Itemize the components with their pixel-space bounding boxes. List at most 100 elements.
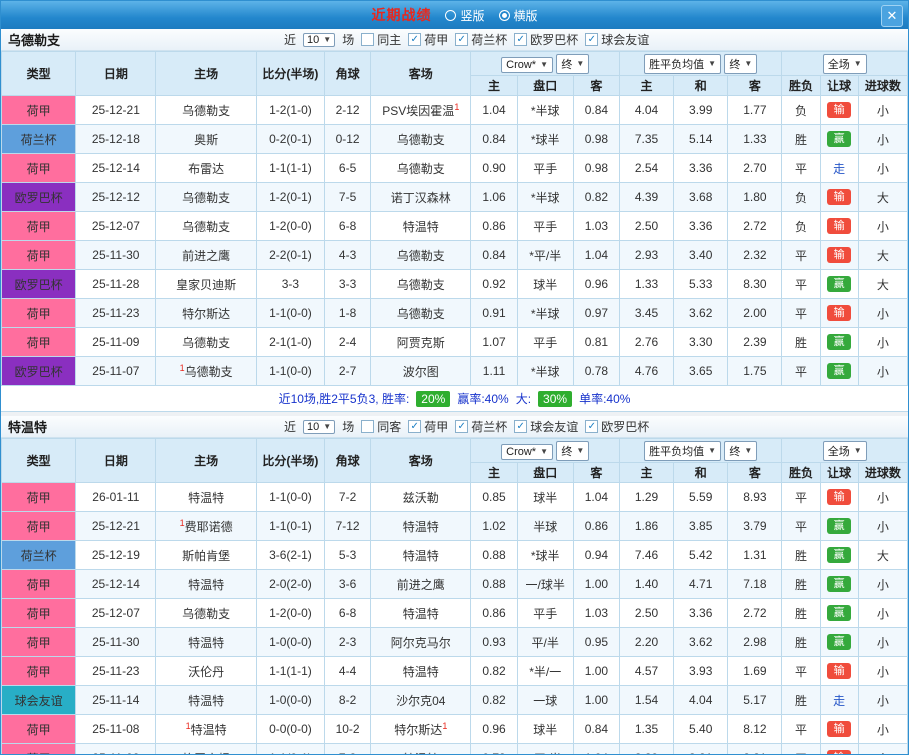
home-team[interactable]: 乌德勒支: [156, 96, 256, 125]
away-team[interactable]: PSV埃因霍温1: [371, 96, 471, 125]
bookmaker-select[interactable]: Crow*▼: [501, 57, 553, 73]
match-row: 荷兰杯25-12-18奥斯0-2(0-1)0-12乌德勒支0.84*球半0.98…: [2, 125, 908, 154]
away-team[interactable]: 特温特: [371, 657, 471, 686]
away-team[interactable]: 特温特: [371, 541, 471, 570]
ah-final-select[interactable]: 终▼: [556, 54, 589, 74]
ah-away-odds: 1.00: [573, 657, 619, 686]
away-team[interactable]: 特温特: [371, 212, 471, 241]
away-team[interactable]: 兹沃勒: [371, 483, 471, 512]
close-button[interactable]: ✕: [881, 5, 903, 27]
away-team[interactable]: 乌德勒支: [371, 270, 471, 299]
score: 2-0(2-0): [256, 570, 324, 599]
home-team[interactable]: 特温特: [156, 570, 256, 599]
europe-avg-select[interactable]: 胜平负均值▼: [644, 54, 721, 74]
eu-draw-odds: 3.85: [674, 512, 728, 541]
home-team[interactable]: 特尔斯达: [156, 299, 256, 328]
eu-away-odds: 1.80: [728, 183, 782, 212]
match-date: 25-12-14: [76, 154, 156, 183]
league-filter[interactable]: ✓荷甲: [408, 31, 448, 48]
league-filter[interactable]: ✓荷甲: [408, 418, 448, 435]
home-team[interactable]: 特温特: [156, 628, 256, 657]
filter-label: 球会友谊: [601, 31, 649, 48]
home-team[interactable]: 乌德勒支: [156, 212, 256, 241]
vertical-layout-radio[interactable]: 竖版: [445, 7, 484, 24]
horizontal-layout-radio[interactable]: 横版: [499, 7, 538, 24]
team-bar: 特温特 近10▼场同客✓荷甲✓荷兰杯✓球会友谊✓欧罗巴杯: [1, 416, 908, 438]
home-team[interactable]: 格罗宁根: [156, 744, 256, 755]
league-type-badge: 荷甲: [2, 657, 76, 686]
home-team[interactable]: 皇家贝迪斯: [156, 270, 256, 299]
europe-final-value: 终: [729, 56, 740, 72]
eu-draw-odds: 4.04: [674, 686, 728, 715]
chevron-down-icon: ▼: [323, 36, 331, 44]
away-team[interactable]: 前进之鹰: [371, 570, 471, 599]
summary-bar: 近10场,胜2平5负3, 胜率: 20% 赢率:40% 大: 30% 单率:40…: [1, 386, 908, 412]
home-team[interactable]: 特温特: [156, 483, 256, 512]
result-wdl: 平: [782, 715, 820, 744]
matches-table: 类型 日期 主场 比分(半场) 角球 客场 Crow*▼ 终▼ 胜平负均值▼ 终…: [1, 438, 908, 755]
away-team[interactable]: 沙尔克04: [371, 686, 471, 715]
home-team[interactable]: 斯帕肯堡: [156, 541, 256, 570]
match-row: 荷甲25-11-09乌德勒支2-1(1-0)2-4阿贾克斯1.07平手0.812…: [2, 328, 908, 357]
recent-count-select[interactable]: 10▼: [303, 33, 335, 47]
away-team[interactable]: 特尔斯达1: [371, 715, 471, 744]
away-team[interactable]: 波尔图: [371, 357, 471, 386]
league-filter[interactable]: ✓荷兰杯: [455, 418, 507, 435]
league-filter[interactable]: ✓球会友谊: [514, 418, 578, 435]
league-filter[interactable]: ✓欧罗巴杯: [585, 418, 649, 435]
home-team[interactable]: 1特温特: [156, 715, 256, 744]
handicap-pill: 输: [827, 305, 851, 321]
away-team[interactable]: 乌德勒支: [371, 299, 471, 328]
ah-line: 球半: [517, 270, 573, 299]
league-type-badge: 荷甲: [2, 328, 76, 357]
match-date: 25-12-12: [76, 183, 156, 212]
home-team[interactable]: 乌德勒支: [156, 599, 256, 628]
eu-draw-odds: 3.30: [674, 328, 728, 357]
league-filter[interactable]: ✓荷兰杯: [455, 31, 507, 48]
fulltime-select[interactable]: 全场▼: [823, 441, 867, 461]
handicap-pill: 赢: [827, 131, 851, 147]
corners: 6-8: [325, 212, 371, 241]
ah-home-odds: 0.78: [471, 744, 517, 755]
away-team[interactable]: 乌德勒支: [371, 241, 471, 270]
ah-line: *半球: [517, 183, 573, 212]
home-team[interactable]: 沃伦丹: [156, 657, 256, 686]
away-team[interactable]: 乌德勒支: [371, 125, 471, 154]
home-team[interactable]: 1乌德勒支: [156, 357, 256, 386]
away-team[interactable]: 诺丁汉森林: [371, 183, 471, 212]
eu-away-odds: 1.31: [728, 541, 782, 570]
eu-draw-odds: 3.36: [674, 154, 728, 183]
europe-final-select[interactable]: 终▼: [724, 441, 757, 461]
bookmaker-value: Crow*: [506, 59, 536, 71]
away-team[interactable]: 阿尔克马尔: [371, 628, 471, 657]
home-team[interactable]: 乌德勒支: [156, 183, 256, 212]
match-row: 荷甲25-11-30前进之鹰2-2(0-1)4-3乌德勒支0.84*平/半1.0…: [2, 241, 908, 270]
home-team[interactable]: 特温特: [156, 686, 256, 715]
europe-final-select[interactable]: 终▼: [724, 54, 757, 74]
away-team[interactable]: 特温特: [371, 512, 471, 541]
table-header-row: 类型 日期 主场 比分(半场) 角球 客场 Crow*▼ 终▼ 胜平负均值▼ 终…: [2, 439, 908, 463]
away-team[interactable]: 特温特: [371, 599, 471, 628]
col-ah-line: 盘口: [517, 76, 573, 96]
bookmaker-select[interactable]: Crow*▼: [501, 444, 553, 460]
match-date: 25-12-21: [76, 512, 156, 541]
home-team[interactable]: 前进之鹰: [156, 241, 256, 270]
ah-final-select[interactable]: 终▼: [556, 441, 589, 461]
match-date: 25-11-07: [76, 357, 156, 386]
corners: 4-3: [325, 241, 371, 270]
fulltime-select[interactable]: 全场▼: [823, 54, 867, 74]
same-side-filter[interactable]: 同主: [361, 31, 401, 48]
home-team[interactable]: 乌德勒支: [156, 328, 256, 357]
home-team[interactable]: 1费耶诺德: [156, 512, 256, 541]
home-team[interactable]: 布雷达: [156, 154, 256, 183]
ah-away-odds: 1.00: [573, 686, 619, 715]
league-filter[interactable]: ✓球会友谊: [585, 31, 649, 48]
same-side-filter[interactable]: 同客: [361, 418, 401, 435]
away-team[interactable]: 阿贾克斯: [371, 328, 471, 357]
europe-avg-select[interactable]: 胜平负均值▼: [644, 441, 721, 461]
league-filter[interactable]: ✓欧罗巴杯: [514, 31, 578, 48]
away-team[interactable]: 特温特: [371, 744, 471, 755]
recent-count-select[interactable]: 10▼: [303, 420, 335, 434]
home-team[interactable]: 奥斯: [156, 125, 256, 154]
away-team[interactable]: 乌德勒支: [371, 154, 471, 183]
